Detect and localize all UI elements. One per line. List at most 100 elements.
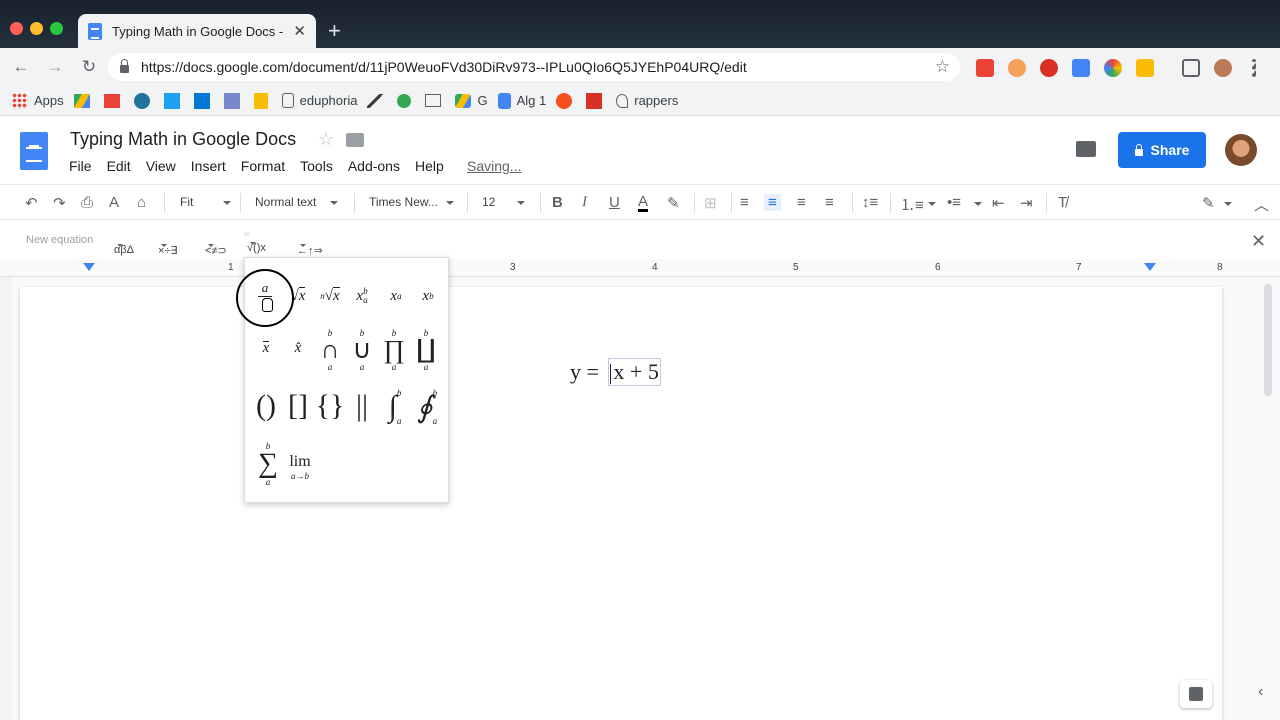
contour-integral-option[interactable]: ∮ b a — [413, 382, 441, 432]
minimize-window-button[interactable] — [30, 22, 43, 35]
cast-icon[interactable] — [1182, 59, 1200, 77]
bookmark-alg1[interactable]: Alg 1 — [497, 92, 546, 109]
drive-icon[interactable] — [73, 93, 90, 108]
align-center-icon[interactable]: ≡ — [764, 194, 781, 211]
align-left-icon[interactable]: ≡ — [740, 194, 749, 211]
save-status[interactable]: Saving... — [467, 158, 521, 174]
vertical-scrollbar[interactable] — [1264, 284, 1272, 396]
union-option[interactable]: b ∪ a — [349, 322, 375, 378]
summation-option[interactable]: b ∑ a — [253, 436, 283, 492]
menu-format[interactable]: Format — [241, 158, 285, 174]
right-indent-marker[interactable] — [1144, 263, 1156, 271]
brackets-option[interactable]: [] — [285, 386, 311, 426]
sub-superscript-option[interactable]: xba — [349, 284, 375, 308]
paint-format-icon[interactable]: ⌂ — [137, 194, 146, 211]
close-equation-toolbar-icon[interactable]: ✕ — [1251, 232, 1266, 250]
font-size-select[interactable]: 12 — [482, 195, 526, 209]
music-icon[interactable] — [556, 92, 573, 109]
close-window-button[interactable] — [10, 22, 23, 35]
intersection-option[interactable]: b ∩ a — [317, 322, 343, 378]
spellcheck-icon[interactable]: A — [109, 194, 119, 211]
zoom-select[interactable]: Fit — [180, 195, 232, 209]
increase-indent-icon[interactable]: ⇥ — [1020, 194, 1033, 212]
horizontal-ruler[interactable]: 1 2 3 4 5 6 7 8 — [0, 259, 1280, 277]
maximize-window-button[interactable] — [50, 22, 63, 35]
decrease-indent-icon[interactable]: ⇤ — [992, 194, 1005, 212]
bookmark-g[interactable]: G — [455, 93, 488, 108]
folder-icon[interactable] — [425, 94, 442, 107]
new-equation-button[interactable]: New equation — [26, 234, 93, 246]
menu-file[interactable]: File — [69, 158, 92, 174]
back-icon[interactable]: ← — [8, 57, 34, 77]
user-avatar[interactable] — [1225, 134, 1257, 166]
bookmark-star-icon[interactable]: ☆ — [935, 57, 950, 77]
equation-input-box[interactable]: x + 5 — [608, 358, 661, 386]
orange-extension-icon[interactable] — [1008, 59, 1026, 77]
clear-formatting-icon[interactable]: T̸ — [1058, 194, 1067, 211]
highlight-icon[interactable]: ✎ — [667, 194, 680, 212]
text-color-button[interactable]: A — [638, 194, 649, 212]
bold-button[interactable]: B — [552, 194, 563, 211]
coproduct-option[interactable]: b ∐ a — [413, 322, 439, 378]
italic-button[interactable]: I — [582, 194, 587, 211]
bookmark-apps[interactable]: Apps — [12, 92, 64, 109]
star-icon[interactable]: ☆ — [318, 129, 334, 150]
left-indent-marker[interactable] — [83, 263, 95, 271]
gmail-icon[interactable] — [103, 93, 120, 108]
product-option[interactable]: b ∏ a — [381, 322, 407, 378]
color-extension-icon[interactable] — [1104, 59, 1122, 77]
editing-mode-icon[interactable]: ✎ — [1202, 194, 1215, 212]
menu-tools[interactable]: Tools — [300, 158, 333, 174]
insert-comment-icon[interactable]: ⊞ — [704, 194, 717, 212]
print-icon[interactable]: ⎙ — [81, 194, 93, 211]
forward-icon[interactable]: → — [42, 57, 68, 77]
chevron-down-icon[interactable] — [974, 202, 982, 206]
math-operations-menu[interactable]: √()x — [244, 232, 266, 254]
wordpress-icon[interactable] — [133, 92, 150, 109]
sheet-extension-icon[interactable] — [1136, 59, 1154, 77]
menu-edit[interactable]: Edit — [107, 158, 131, 174]
parentheses-option[interactable]: () — [253, 386, 279, 426]
browser-tab[interactable]: Typing Math in Google Docs - Google Docs… — [78, 14, 316, 48]
docs-logo-icon[interactable] — [20, 132, 48, 170]
folder-icon[interactable] — [346, 133, 364, 147]
document-page[interactable] — [20, 287, 1222, 720]
menu-addons[interactable]: Add-ons — [348, 158, 400, 174]
comment-icon[interactable] — [1076, 141, 1096, 157]
outlook-icon[interactable] — [193, 92, 210, 109]
equation-block[interactable]: y = x + 5 — [570, 358, 661, 386]
menu-view[interactable]: View — [146, 158, 176, 174]
d-icon[interactable] — [397, 93, 412, 108]
hat-accent-option[interactable]: x̂ — [287, 336, 309, 360]
braces-option[interactable]: {} — [316, 386, 345, 426]
justify-icon[interactable]: ≡ — [825, 194, 834, 211]
font-select[interactable]: Times New... — [369, 195, 454, 209]
chevron-down-icon[interactable] — [928, 202, 936, 206]
blue-extension-icon[interactable] — [1072, 59, 1090, 77]
new-tab-button[interactable]: + — [328, 18, 341, 44]
menu-help[interactable]: Help — [415, 158, 444, 174]
bulleted-list-icon[interactable]: •≡ — [947, 194, 961, 211]
collapse-menus-icon[interactable]: ︿ — [1254, 194, 1269, 215]
bookmark-eduphoria[interactable]: eduphoria — [281, 93, 357, 108]
document-title[interactable]: Typing Math in Google Docs — [70, 129, 296, 150]
close-tab-icon[interactable]: ✕ — [293, 22, 306, 40]
subscript-option[interactable]: xa — [383, 284, 409, 308]
underline-button[interactable]: U — [609, 194, 620, 211]
five-icon[interactable] — [586, 92, 603, 109]
redo-icon[interactable]: ↷ — [53, 194, 66, 212]
bar-accent-option[interactable]: x — [255, 336, 277, 360]
share-button[interactable]: Share — [1118, 132, 1206, 168]
absolute-value-option[interactable]: || — [349, 386, 375, 426]
explore-button[interactable] — [1180, 680, 1212, 708]
wifi-icon[interactable] — [223, 92, 240, 109]
twitter-icon[interactable] — [163, 92, 180, 109]
align-right-icon[interactable]: ≡ — [797, 194, 806, 211]
address-bar[interactable]: https://docs.google.com/document/d/11jP0… — [108, 53, 960, 81]
gmail-extension-icon[interactable] — [976, 59, 994, 77]
line-spacing-icon[interactable]: ↕≡ — [862, 194, 878, 211]
reload-icon[interactable]: ↻ — [76, 57, 102, 77]
undo-icon[interactable]: ↶ — [25, 194, 38, 212]
chrome-menu-icon[interactable] — [1252, 59, 1256, 77]
bookmark-rappers[interactable]: rappers — [616, 93, 678, 108]
